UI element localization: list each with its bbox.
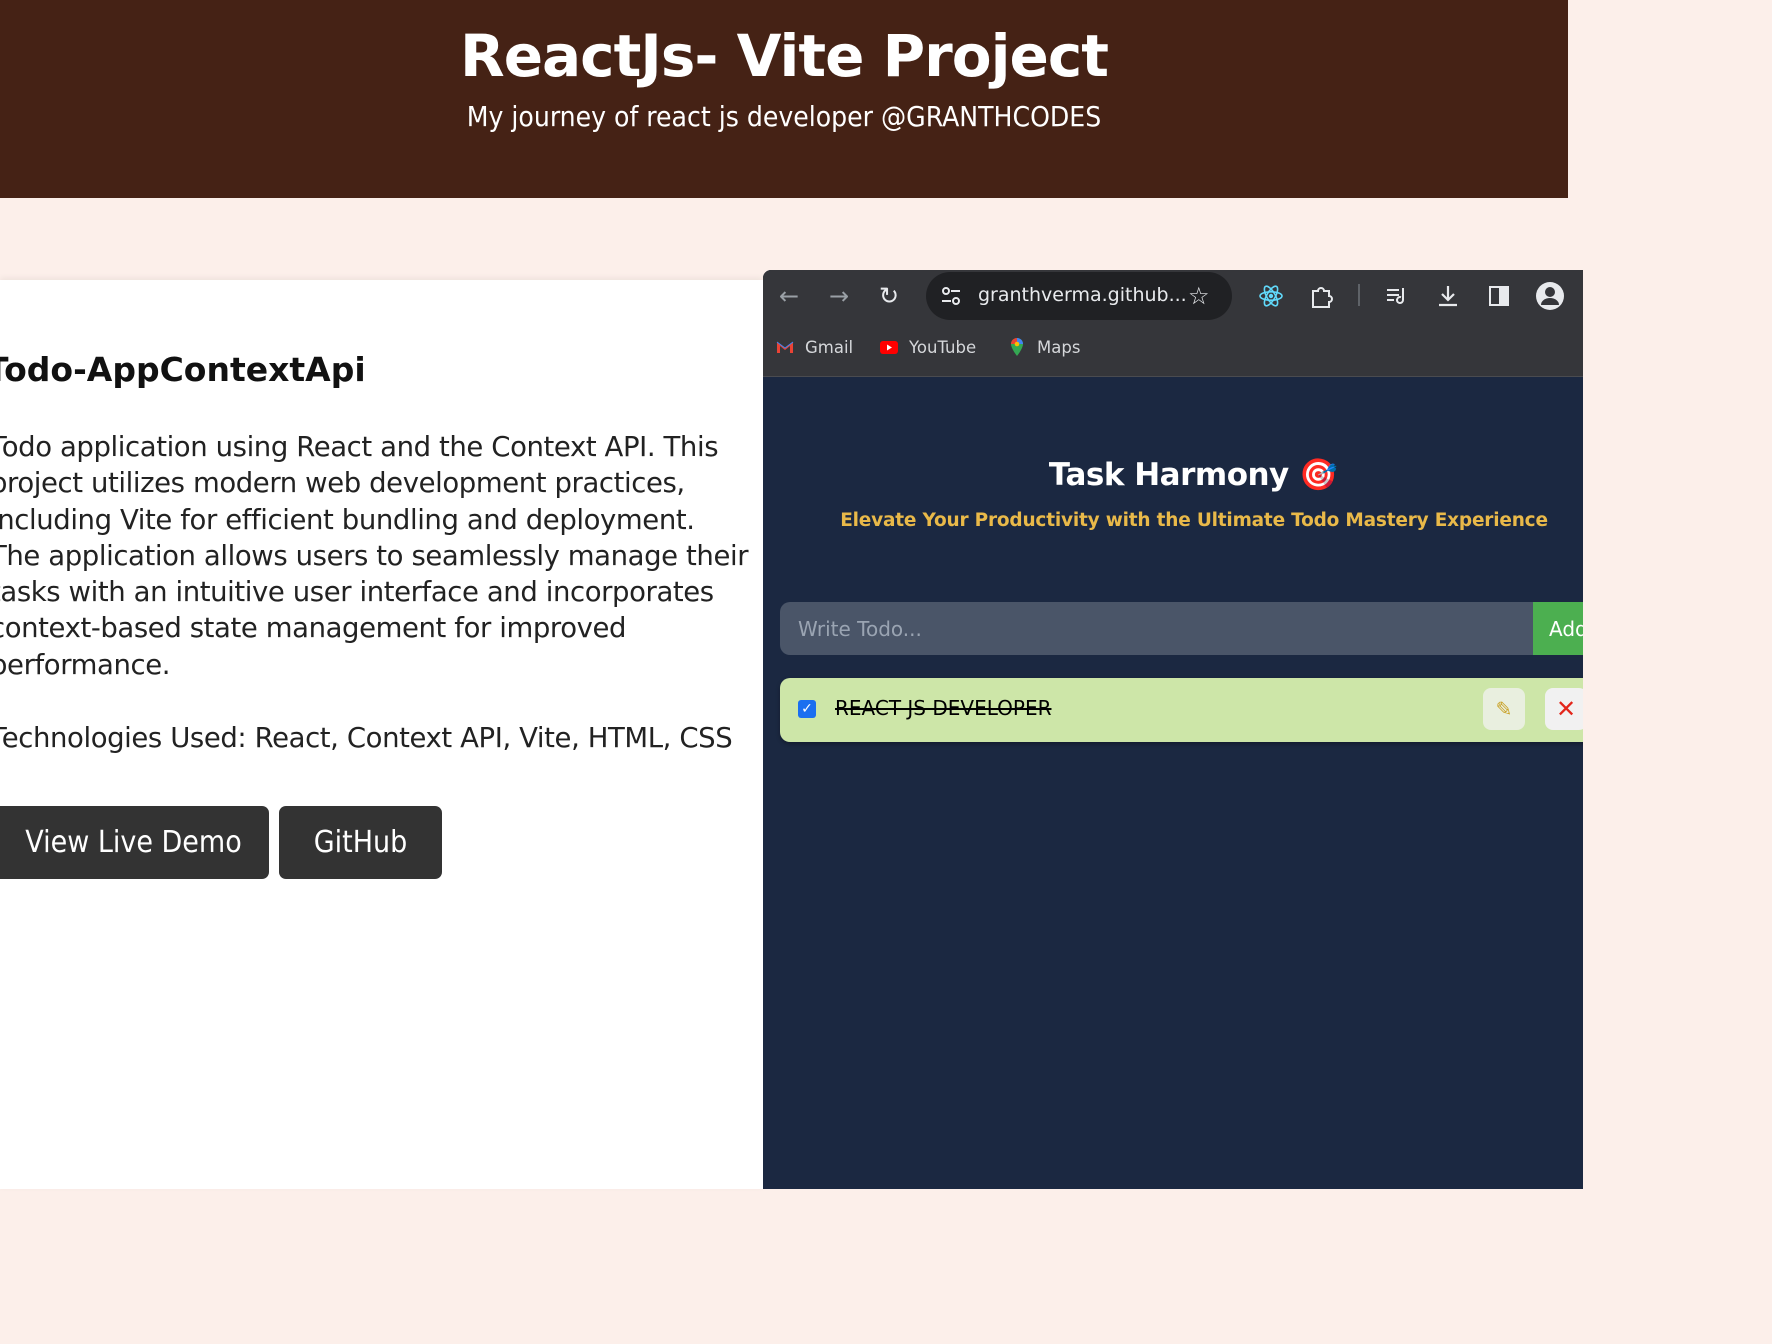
maps-icon bbox=[1011, 338, 1023, 356]
edit-todo-button[interactable]: ✎ bbox=[1483, 688, 1525, 730]
todo-input-placeholder: Write Todo... bbox=[798, 616, 922, 641]
close-icon: ✕ bbox=[1555, 695, 1577, 723]
project-description: Todo application using React and the Con… bbox=[0, 431, 749, 681]
todo-input[interactable]: Write Todo... bbox=[780, 602, 1534, 655]
profile-icon[interactable] bbox=[1535, 281, 1565, 311]
bookmark-label: Maps bbox=[1037, 337, 1081, 357]
star-icon[interactable]: ☆ bbox=[1188, 282, 1210, 310]
todo-text: REACT JS DEVELOPER bbox=[835, 696, 1052, 720]
address-text: granthverma.github... bbox=[978, 284, 1187, 306]
view-live-demo-button[interactable]: View Live Demo bbox=[0, 806, 269, 879]
browser-toolbar: ← → ↻ granthverma.github... ☆ Gmail YouT… bbox=[763, 270, 1583, 377]
github-button[interactable]: GitHub bbox=[279, 806, 442, 879]
toolbar-divider bbox=[1358, 284, 1360, 306]
site-header: ReactJs- Vite Project My journey of reac… bbox=[0, 0, 1568, 198]
back-arrow-icon[interactable]: ← bbox=[775, 282, 803, 310]
youtube-icon bbox=[880, 341, 898, 354]
bookmark-maps[interactable]: Maps bbox=[1007, 336, 1080, 358]
bookmark-label: Gmail bbox=[805, 337, 854, 357]
gmail-icon bbox=[776, 341, 794, 353]
bookmark-label: YouTube bbox=[909, 337, 977, 357]
site-title: ReactJs- Vite Project bbox=[460, 22, 1109, 90]
site-settings-icon[interactable] bbox=[940, 284, 962, 308]
todo-item: ✓ REACT JS DEVELOPER ✎ ✕ bbox=[780, 678, 1583, 742]
address-bar[interactable]: granthverma.github... ☆ bbox=[926, 272, 1232, 320]
app-subtitle: Elevate Your Productivity with the Ultim… bbox=[840, 510, 1548, 531]
todo-checkbox[interactable]: ✓ bbox=[798, 700, 816, 718]
react-devtools-icon[interactable] bbox=[1258, 283, 1284, 309]
site-subtitle: My journey of react js developer @GRANTH… bbox=[466, 100, 1102, 133]
app-title: Task Harmony 🎯 bbox=[1048, 457, 1338, 493]
todo-app bbox=[763, 377, 1583, 1189]
extensions-icon[interactable] bbox=[1309, 283, 1335, 309]
delete-todo-button[interactable]: ✕ bbox=[1545, 688, 1583, 730]
forward-arrow-icon[interactable]: → bbox=[825, 282, 853, 310]
download-icon[interactable] bbox=[1435, 283, 1461, 309]
side-panel-icon[interactable] bbox=[1486, 283, 1512, 309]
bookmark-youtube[interactable]: YouTube bbox=[879, 336, 976, 358]
project-title: Todo-AppContextApi bbox=[0, 350, 366, 389]
reload-icon[interactable]: ↻ bbox=[875, 282, 903, 310]
add-todo-button[interactable]: Add bbox=[1533, 602, 1583, 655]
media-icon[interactable] bbox=[1384, 283, 1410, 309]
pencil-icon: ✎ bbox=[1495, 697, 1513, 721]
browser-screenshot: ← → ↻ granthverma.github... ☆ Gmail YouT… bbox=[763, 270, 1583, 1189]
bookmark-gmail[interactable]: Gmail bbox=[775, 336, 853, 358]
project-technologies: Technologies Used: React, Context API, V… bbox=[0, 722, 733, 754]
